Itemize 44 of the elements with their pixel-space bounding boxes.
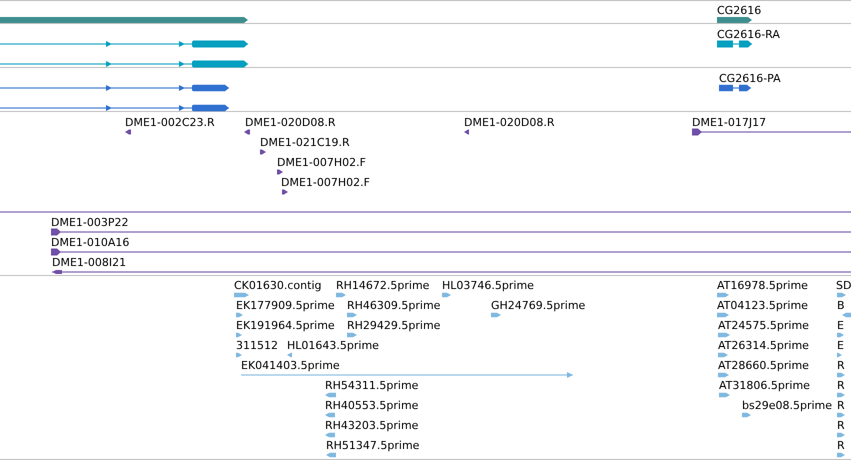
feature-label: R [837, 420, 845, 432]
feature-label: EK177909.5prime [236, 300, 335, 312]
feature-label: GH24769.5prime [491, 300, 586, 312]
feature-label: HL03746.5prime [442, 280, 534, 292]
feature-label: AT28660.5prime [718, 360, 809, 372]
feature-label: AT26314.5prime [718, 340, 809, 352]
feature-label: RH51347.5prime [326, 440, 420, 452]
feature-label: RH54311.5prime [325, 380, 418, 392]
feature-label: 311512 [236, 340, 278, 352]
feature-label: E [837, 320, 844, 332]
feature-label: AT24575.5prime [718, 320, 809, 332]
feature-label: R [837, 360, 845, 372]
feature-label: bs29e08.5prime [742, 400, 832, 412]
feature-label: RH40553.5prime [325, 400, 418, 412]
feature-label: CG2616-RA [717, 29, 780, 41]
feature-label: DME1-020D08.R [245, 117, 336, 129]
feature-label: EK191964.5prime [236, 320, 335, 332]
feature-label: DME1-010A16 [51, 237, 130, 249]
feature-label: R [837, 440, 845, 452]
feature-label: EK041403.5prime [241, 360, 340, 372]
feature-label: DME1-008I21 [52, 257, 126, 269]
feature-label: DME1-002C23.R [125, 117, 215, 129]
feature-label: RH14672.5prime [336, 280, 430, 292]
feature-label: R [837, 400, 845, 412]
feature-label: DME1-003P22 [51, 217, 129, 229]
feature-label: RH29429.5prime [347, 320, 440, 332]
feature-label: RH46309.5prime [347, 300, 440, 312]
feature-label: DME1-017J17 [692, 117, 766, 129]
feature-label: DME1-021C19.R [260, 137, 350, 149]
feature-label: AT16978.5prime [717, 280, 808, 292]
feature-label: CG2616-PA [719, 73, 781, 85]
feature-label: E [837, 340, 844, 352]
feature-label: HL01643.5prime [287, 340, 379, 352]
feature-label: R [837, 380, 845, 392]
feature-label: DME1-007H02.F [281, 177, 370, 189]
feature-label: B [837, 300, 845, 312]
feature-label: SD [836, 280, 851, 292]
feature-label: AT04123.5prime [717, 300, 808, 312]
feature-label: AT31806.5prime [719, 380, 810, 392]
feature-label: DME1-007H02.F [277, 157, 366, 169]
feature-label: CG2616 [717, 5, 762, 17]
feature-label: DME1-020D08.R [464, 117, 554, 129]
feature-label: RH43203.5prime [325, 420, 418, 432]
feature-label: CK01630.contig [234, 280, 322, 292]
